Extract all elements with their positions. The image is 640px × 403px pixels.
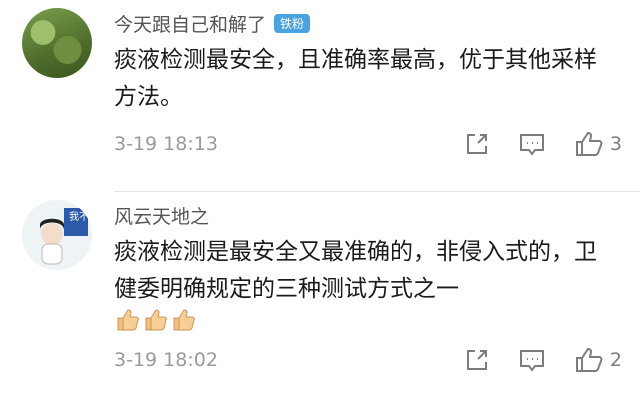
thumbs-up-emoji-icon — [114, 306, 140, 332]
thumbs-up-emoji-icon — [170, 306, 196, 332]
emoji-row — [114, 306, 198, 332]
avatar-sticker-text: 我不 — [69, 211, 89, 223]
fan-badge: 铁粉 — [274, 14, 311, 33]
girl-sticker-avatar-icon: 我不 — [22, 200, 92, 270]
thumbs-up-emoji-icon — [142, 306, 168, 332]
username[interactable]: 风云天地之 — [114, 202, 209, 229]
share-button[interactable] — [464, 347, 490, 373]
comment-time: 3-19 18:02 — [114, 349, 218, 371]
comment-actions: 3 — [436, 130, 622, 158]
share-icon — [466, 134, 487, 154]
avatar[interactable] — [22, 8, 92, 78]
comment-time: 3-19 18:13 — [114, 133, 218, 155]
comment-text: 痰液检测最安全，且准确率最高，优于其他采样方法。 — [114, 47, 597, 110]
avatar[interactable]: 我不 — [22, 200, 92, 270]
comment-actions: 2 — [436, 346, 622, 374]
thumbs-up-icon — [575, 347, 603, 372]
share-icon — [466, 350, 487, 370]
comment-icon — [519, 134, 544, 156]
like-count: 3 — [609, 133, 622, 155]
like-button[interactable]: 2 — [574, 346, 622, 374]
comment-icon — [519, 350, 544, 372]
username[interactable]: 今天跟自己和解了 铁粉 — [114, 10, 311, 37]
reply-button[interactable] — [518, 131, 546, 157]
comment-text: 痰液检测是最安全又最准确的，非侵入式的，卫健委明确规定的三种测试方式之一 — [114, 239, 597, 302]
like-count: 2 — [609, 349, 622, 371]
comment-item: 我不 风云天地之 痰液检测是最安全又最准确的，非侵入式的，卫健委明确规定的三种测… — [0, 192, 640, 403]
reply-button[interactable] — [518, 347, 546, 373]
share-button[interactable] — [464, 131, 490, 157]
like-button[interactable]: 3 — [574, 130, 622, 158]
comment-item: 今天跟自己和解了 铁粉 痰液检测最安全，且准确率最高，优于其他采样方法。 3-19… — [0, 0, 640, 192]
thumbs-up-icon — [575, 131, 603, 156]
username-text[interactable]: 今天跟自己和解了 — [114, 14, 266, 36]
